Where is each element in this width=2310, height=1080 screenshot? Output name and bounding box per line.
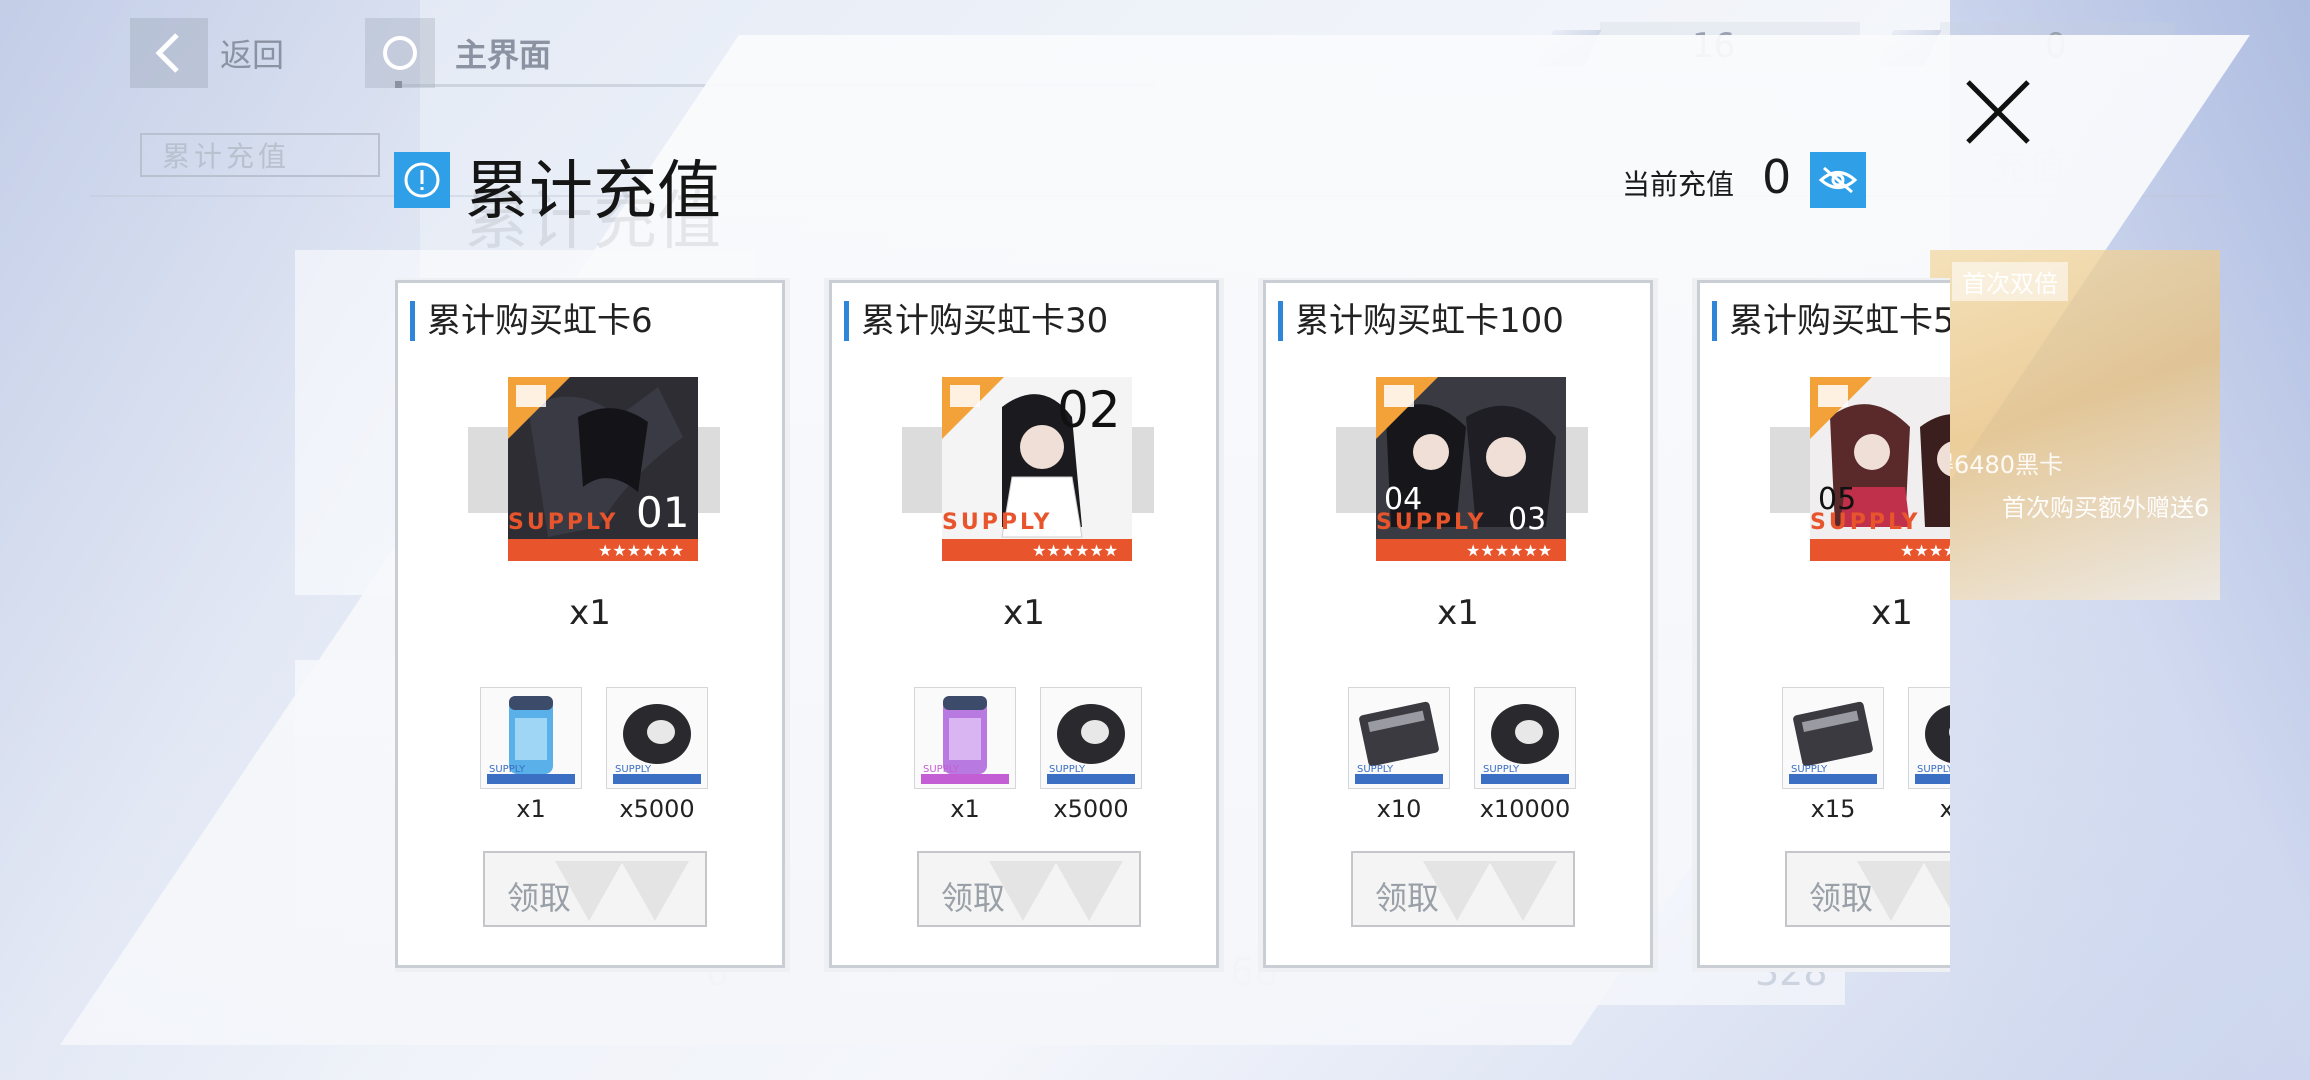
supply-box-icon: SUPPLY 01 ★★★★★★ [508, 377, 698, 561]
close-button[interactable] [1962, 76, 2034, 148]
exp-canister-blue-icon: SUPPLY [487, 696, 575, 784]
reward-card-list[interactable]: 累计购买虹卡6 SUPPLY 01 ★★★★★★ x1 SUPPLY x1 SU… [395, 278, 1950, 972]
svg-text:SUPPLY: SUPPLY [1917, 764, 1950, 775]
main-item-qty: x1 [1437, 593, 1479, 633]
reward-item[interactable]: SUPPLY [914, 687, 1016, 789]
supply-label: SUPPLY [942, 510, 1052, 535]
main-item-qty: x1 [1003, 593, 1045, 633]
claim-decor [1055, 861, 1123, 921]
current-recharge-value: 0 [1762, 150, 1792, 204]
reward-item[interactable]: SUPPLY [480, 687, 582, 789]
reward-item[interactable]: SUPPLY [1782, 687, 1884, 789]
cumulative-recharge-modal: 累计充值 累计充值 当前充值 0 首次双倍 得6480黑卡 首次购买额外赠送6 … [0, 0, 2310, 1080]
chip-card-icon: SUPPLY [1355, 701, 1443, 784]
reward-item-qty: x1 [516, 795, 546, 823]
supply-number: 01 [636, 488, 689, 537]
current-recharge-label: 当前充值 [1622, 168, 1735, 201]
reward-item[interactable]: SUPPLY [1348, 687, 1450, 789]
card-title: 累计购买虹卡100 [1278, 301, 1564, 341]
reward-item-qty: x10000 [1479, 795, 1571, 823]
claim-label: 领取 [1809, 879, 1874, 917]
svg-text:★★★★★★: ★★★★★★ [1032, 541, 1118, 560]
tire-icon: SUPPLY [613, 704, 701, 784]
main-item-qty: x1 [569, 593, 611, 633]
svg-text:SUPPLY: SUPPLY [1791, 764, 1828, 775]
supply-label: SUPPLY [1810, 510, 1920, 535]
reward-item[interactable]: SUPPLY [1474, 687, 1576, 789]
close-icon [1966, 80, 2030, 144]
supply-number: 03 [1508, 502, 1546, 537]
svg-text:★★★★★★: ★★★★★★ [598, 541, 684, 560]
supply-label: SUPPLY [1376, 510, 1486, 535]
main-item-qty: x1 [1871, 593, 1913, 633]
claim-button[interactable]: 领取 [1785, 851, 1950, 927]
claim-button[interactable]: 领取 [917, 851, 1141, 927]
claim-decor [621, 861, 689, 921]
first-double-promo[interactable]: 首次双倍 得6480黑卡 首次购买额外赠送6 [1930, 250, 2220, 600]
modal-title: 累计充值 [465, 155, 721, 229]
reward-item-qty: x5000 [1053, 795, 1129, 823]
reward-item[interactable]: SUPPLY [1040, 687, 1142, 789]
svg-text:SUPPLY: SUPPLY [489, 764, 526, 775]
claim-button[interactable]: 领取 [1351, 851, 1575, 927]
svg-text:SUPPLY: SUPPLY [1049, 764, 1086, 775]
claim-label: 领取 [507, 879, 572, 917]
reward-item-qty: x1( [1939, 795, 1950, 823]
promo-background [1930, 250, 2220, 600]
claim-label: 领取 [1375, 879, 1440, 917]
promo-tag: 首次双倍 [1952, 262, 2068, 301]
info-icon[interactable] [394, 152, 450, 208]
card-title: 累计购买虹卡6 [410, 301, 653, 341]
svg-text:★★★★★★: ★★★★★★ [1466, 541, 1552, 560]
card-title: 累计购买虹卡30 [844, 301, 1108, 341]
claim-decor [1489, 861, 1557, 921]
reward-card: 累计购买虹卡100 04 SUPPLY 03 ★★★★★★ x1 SUPPLY … [1263, 280, 1653, 968]
claim-button[interactable]: 领取 [483, 851, 707, 927]
svg-text:SUPPLY: SUPPLY [1357, 764, 1394, 775]
hide-eye-button[interactable] [1810, 152, 1866, 208]
reward-card: 累计购买虹卡6 SUPPLY 01 ★★★★★★ x1 SUPPLY x1 SU… [395, 280, 785, 968]
supply-box-icon: 05 SUPPLY ★★★★★★ [1810, 377, 1950, 561]
supply-box-icon: SUPPLY 02 ★★★★★★ [942, 377, 1132, 561]
claim-decor [1923, 861, 1950, 921]
card-title: 累计购买虹卡5 [1712, 301, 1950, 341]
tire-icon: SUPPLY [1915, 705, 1950, 784]
reward-item-qty: x1 [950, 795, 980, 823]
claim-label: 领取 [941, 879, 1006, 917]
svg-text:SUPPLY: SUPPLY [923, 764, 960, 775]
supply-box-icon: 04 SUPPLY 03 ★★★★★★ [1376, 377, 1566, 561]
reward-item[interactable]: SUPPLY [1908, 687, 1950, 789]
supply-label: SUPPLY [508, 510, 618, 535]
reward-card: 累计购买虹卡5 05 SUPPLY ★★★★★★ x1 SUPPLY x15 S… [1697, 280, 1950, 968]
chip-card-icon: SUPPLY [1789, 701, 1877, 784]
svg-text:SUPPLY: SUPPLY [615, 764, 652, 775]
promo-line-2: 首次购买额外赠送6 [2002, 494, 2210, 522]
svg-text:★★★★★★: ★★★★★★ [1900, 541, 1950, 560]
reward-item-qty: x15 [1810, 795, 1856, 823]
supply-number: 02 [1057, 381, 1121, 439]
eye-slash-icon [1818, 166, 1858, 194]
exp-canister-purple-icon: SUPPLY [921, 696, 1009, 784]
tire-icon: SUPPLY [1481, 704, 1569, 784]
reward-item-qty: x5000 [619, 795, 695, 823]
reward-card: 累计购买虹卡30 SUPPLY 02 ★★★★★★ x1 SUPPLY x1 S… [829, 280, 1219, 968]
tire-icon: SUPPLY [1047, 704, 1135, 784]
svg-text:SUPPLY: SUPPLY [1483, 764, 1520, 775]
reward-item[interactable]: SUPPLY [606, 687, 708, 789]
reward-item-qty: x10 [1376, 795, 1422, 823]
